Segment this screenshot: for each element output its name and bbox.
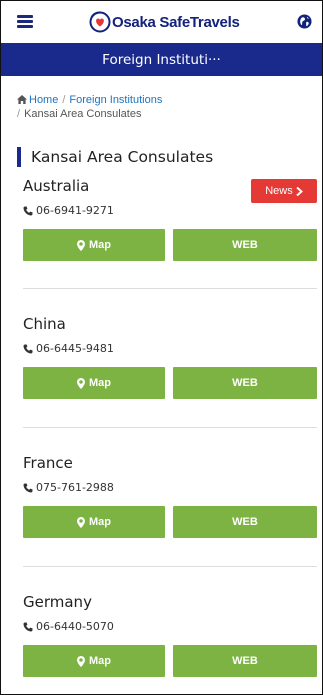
map-button-label: Map xyxy=(89,516,111,528)
map-pin-icon xyxy=(77,377,85,389)
divider xyxy=(23,566,317,567)
breadcrumb-separator: / xyxy=(17,108,21,120)
country-name: China xyxy=(23,315,66,333)
header: Osaka SafeTravels xyxy=(1,1,322,43)
breadcrumb: Home / Foreign Institutions / Kansai Area C… xyxy=(17,93,307,121)
phone-icon xyxy=(23,483,33,492)
web-button[interactable]: WEB xyxy=(173,506,317,538)
phone-number[interactable]: 075-761-2988 xyxy=(23,481,114,494)
country-name: Germany xyxy=(23,593,92,611)
globe-icon[interactable] xyxy=(297,14,312,29)
home-icon xyxy=(17,95,27,104)
web-button-label: WEB xyxy=(232,655,258,667)
phone-number-text: 06-6941-9271 xyxy=(36,204,114,217)
news-button[interactable]: News xyxy=(251,179,317,203)
breadcrumb-current: Kansai Area Consulates xyxy=(24,108,142,120)
map-button[interactable]: Map xyxy=(23,229,165,261)
app-frame: Osaka SafeTravels Foreign Instituti··· H… xyxy=(0,0,323,695)
phone-number[interactable]: 06-6440-5070 xyxy=(23,620,114,633)
map-button-label: Map xyxy=(89,239,111,251)
heading-accent-bar xyxy=(17,147,21,167)
map-pin-icon xyxy=(77,516,85,528)
chevron-right-icon xyxy=(296,186,303,196)
country-name: France xyxy=(23,454,73,472)
phone-icon xyxy=(23,344,33,353)
divider xyxy=(23,288,317,289)
page-title-bar: Foreign Instituti··· xyxy=(1,43,322,76)
breadcrumb-home-link[interactable]: Home xyxy=(29,94,58,106)
phone-number[interactable]: 06-6445-9481 xyxy=(23,342,114,355)
map-button[interactable]: Map xyxy=(23,367,165,399)
page-title: Foreign Instituti··· xyxy=(102,51,221,68)
map-pin-icon xyxy=(77,655,85,667)
breadcrumb-separator: / xyxy=(62,94,66,106)
section-heading: Kansai Area Consulates xyxy=(17,147,213,167)
news-button-label: News xyxy=(265,185,293,197)
divider xyxy=(23,427,317,428)
logo-text: Osaka SafeTravels xyxy=(112,13,240,31)
map-button[interactable]: Map xyxy=(23,506,165,538)
phone-icon xyxy=(23,206,33,215)
breadcrumb-parent-link[interactable]: Foreign Institutions xyxy=(69,94,162,106)
web-button[interactable]: WEB xyxy=(173,367,317,399)
web-button-label: WEB xyxy=(232,516,258,528)
country-name: Australia xyxy=(23,177,90,195)
logo[interactable]: Osaka SafeTravels xyxy=(89,9,240,35)
menu-icon[interactable] xyxy=(17,15,33,28)
phone-icon xyxy=(23,622,33,631)
phone-number-text: 06-6440-5070 xyxy=(36,620,114,633)
map-button-label: Map xyxy=(89,377,111,389)
phone-number[interactable]: 06-6941-9271 xyxy=(23,204,114,217)
section-heading-text: Kansai Area Consulates xyxy=(31,148,214,166)
map-button-label: Map xyxy=(89,655,111,667)
map-pin-icon xyxy=(77,239,85,251)
phone-number-text: 075-761-2988 xyxy=(36,481,114,494)
logo-heart-icon xyxy=(89,11,111,33)
web-button[interactable]: WEB xyxy=(173,229,317,261)
phone-number-text: 06-6445-9481 xyxy=(36,342,114,355)
web-button-label: WEB xyxy=(232,377,258,389)
map-button[interactable]: Map xyxy=(23,645,165,677)
web-button[interactable]: WEB xyxy=(173,645,317,677)
web-button-label: WEB xyxy=(232,239,258,251)
